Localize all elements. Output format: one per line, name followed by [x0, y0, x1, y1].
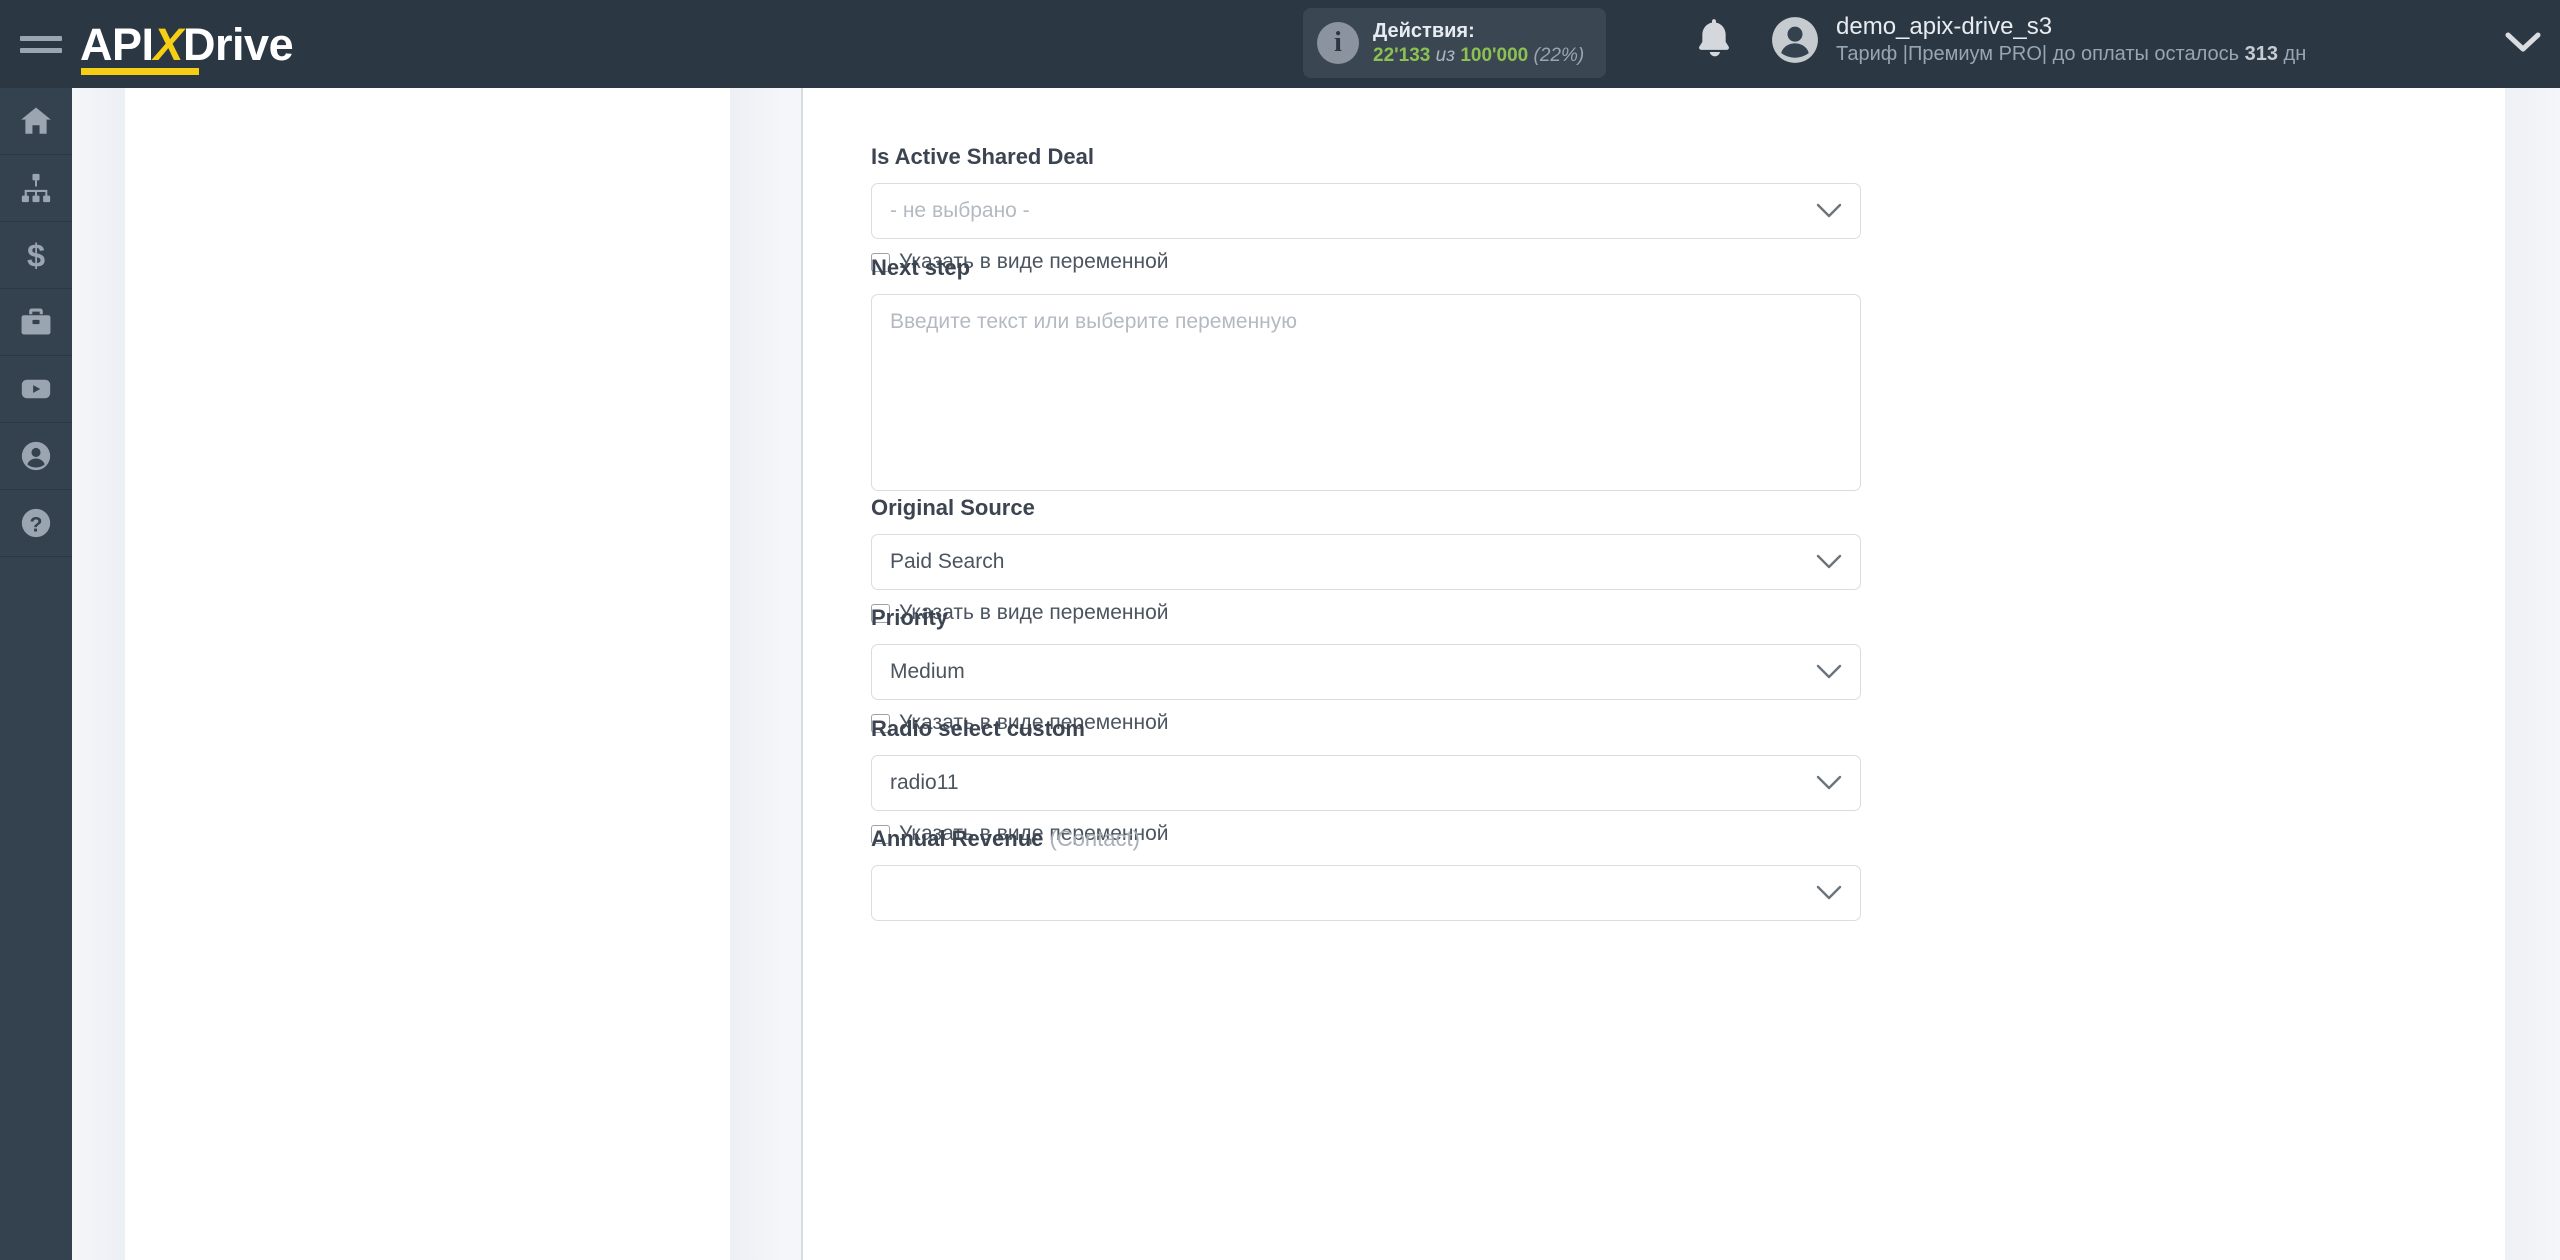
field-label-text: Annual Revenue [871, 826, 1044, 851]
sidebar-item-home[interactable] [0, 88, 72, 155]
sidebar-item-profile[interactable] [0, 423, 72, 490]
actions-quota-values: 22'133 из 100'000 (22%) [1373, 45, 1584, 68]
select-value-original-source: Paid Search [890, 550, 1005, 573]
placeholder-next-step: Введите текст или выберите переменную [890, 310, 1298, 333]
logo-part1: API [80, 18, 154, 70]
main-content-panel: Is Active Shared Deal - не выбрано - Указа… [801, 88, 2505, 1260]
field-label-original-source: Original Source [871, 495, 1861, 521]
chevron-down-icon[interactable] [2505, 30, 2541, 59]
field-label-priority: Priority [871, 605, 1861, 631]
days-unit: дн [2277, 43, 2307, 65]
chevron-down-icon [1816, 203, 1842, 218]
top-header-bar: APIXDrive i Действия: 22'133 из 100'000 … [0, 0, 2560, 88]
youtube-icon [21, 379, 51, 399]
chevron-down-glyph [2505, 32, 2541, 52]
quota-of-word: из [1435, 44, 1456, 66]
field-label-text: Priority [871, 605, 949, 630]
select-value-is-active-shared-deal: - не выбрано - [890, 199, 1030, 222]
select-value-radio-select-custom: radio11 [890, 771, 959, 794]
bell-glyph [1699, 19, 1729, 57]
user-avatar-icon [1772, 16, 1818, 63]
field-label-text: Is Active Shared Deal [871, 144, 1094, 169]
hamburger-bar [20, 35, 62, 41]
select-priority[interactable]: Medium [871, 644, 1861, 700]
sidebar-item-help[interactable]: ? [0, 490, 72, 557]
field-label-next-step: Next step [871, 255, 1861, 281]
home-icon [21, 107, 51, 134]
field-label-text: Original Source [871, 495, 1035, 520]
quota-total: 100'000 [1460, 44, 1529, 66]
hamburger-bar [20, 47, 62, 53]
chevron-down-icon [1816, 554, 1842, 569]
user-plan-info: Тариф |Премиум PRO| до оплаты осталось 3… [1836, 42, 2306, 67]
select-radio-select-custom[interactable]: radio11 [871, 755, 1861, 811]
logo-part2: Drive [183, 18, 294, 70]
svg-text:$: $ [27, 238, 45, 272]
hamburger-icon[interactable] [20, 28, 62, 60]
actions-quota-badge[interactable]: i Действия: 22'133 из 100'000 (22%) [1303, 8, 1607, 78]
bell-icon[interactable] [1694, 16, 1734, 64]
chevron-down-icon [1816, 775, 1842, 790]
sidebar-item-video[interactable] [0, 356, 72, 423]
dollar-icon: $ [27, 238, 45, 272]
logo-x: X [153, 18, 184, 70]
form-field-annual-revenue: Annual Revenue (Contact) [871, 826, 1861, 921]
quota-used: 22'133 [1373, 44, 1431, 66]
form-field-next-step: Next step Введите текст или выберите пере… [871, 255, 1861, 491]
field-label-radio-select-custom: Radio select custom [871, 716, 1861, 742]
user-account-block[interactable]: demo_apix-drive_s3 Тариф |Премиум PRO| д… [1770, 12, 2306, 67]
person-icon [21, 441, 51, 471]
field-label-annual-revenue: Annual Revenue (Contact) [871, 826, 1861, 852]
svg-text:?: ? [30, 513, 43, 537]
select-annual-revenue[interactable] [871, 865, 1861, 921]
sidebar-item-services[interactable] [0, 289, 72, 356]
chevron-down-icon [1816, 664, 1842, 679]
sitemap-icon [21, 173, 51, 203]
sidebar-item-connections[interactable] [0, 155, 72, 222]
left-side-panel [72, 88, 783, 1260]
select-original-source[interactable]: Paid Search [871, 534, 1861, 590]
select-is-active-shared-deal[interactable]: - не выбрано - [871, 183, 1861, 239]
briefcase-icon [21, 308, 51, 335]
question-circle-icon: ? [21, 508, 51, 538]
left-icon-rail: $ ? [0, 88, 72, 1260]
input-next-step[interactable]: Введите текст или выберите переменную [871, 294, 1861, 491]
quota-percent: (22%) [1533, 44, 1585, 66]
info-icon: i [1317, 22, 1359, 64]
field-label-is-active-shared-deal: Is Active Shared Deal [871, 144, 1861, 170]
chevron-down-icon [1816, 885, 1842, 900]
actions-quota-title: Действия: [1373, 19, 1475, 42]
plan-prefix: Тариф |Премиум PRO| до оплаты осталось [1836, 43, 2245, 65]
select-value-priority: Medium [890, 660, 965, 683]
apix-drive-logo[interactable]: APIXDrive [80, 18, 294, 75]
sidebar-item-billing[interactable]: $ [0, 222, 72, 289]
logo-underline [81, 67, 199, 75]
field-label-text: Radio select custom [871, 716, 1085, 741]
field-label-text: Next step [871, 255, 971, 280]
right-edge-fade [2505, 88, 2560, 1260]
user-name: demo_apix-drive_s3 [1836, 13, 2053, 40]
page-body: Is Active Shared Deal - не выбрано - Указа… [72, 88, 2560, 1260]
field-label-suffix: (Contact) [1043, 826, 1140, 851]
days-left: 313 [2244, 43, 2278, 65]
